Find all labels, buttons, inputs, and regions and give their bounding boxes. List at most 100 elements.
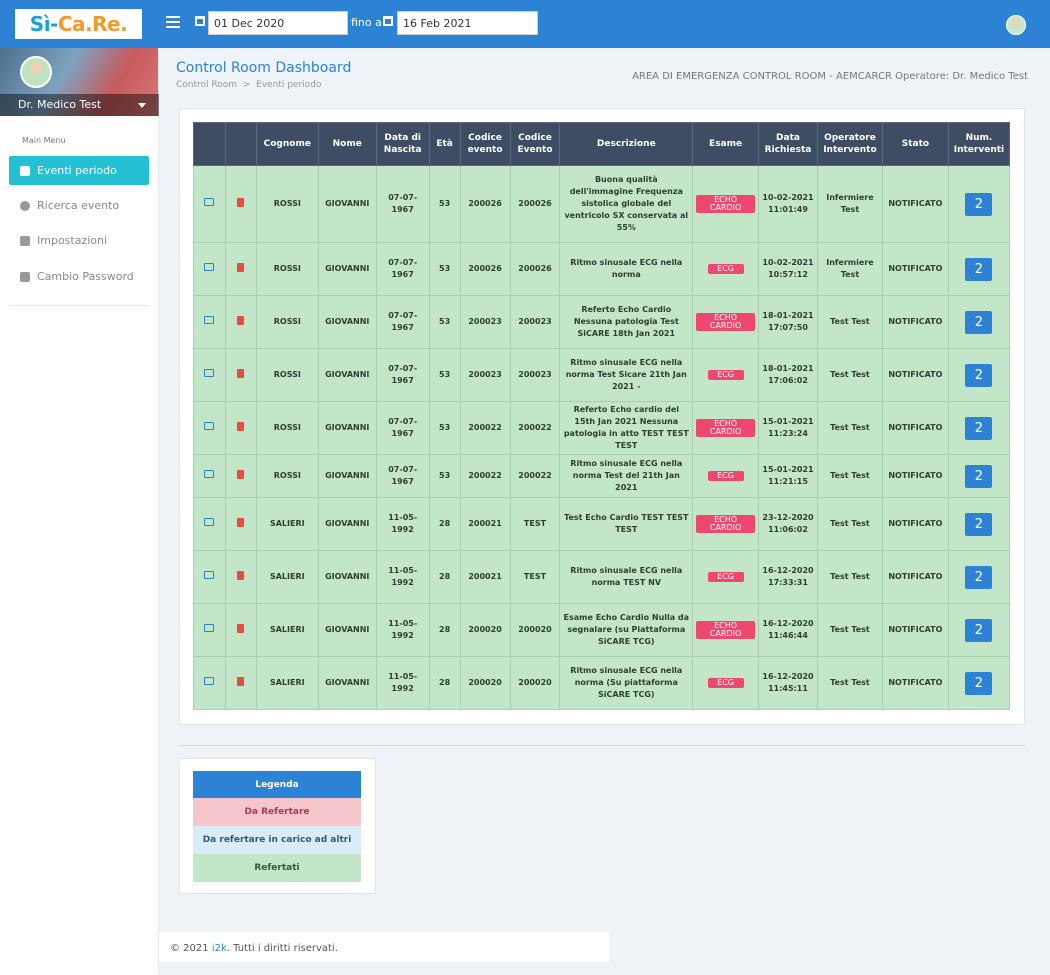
date-from-input[interactable] [208, 11, 348, 35]
cell-data-richiesta: 10-02-2021 11:01:49 [758, 165, 818, 243]
header-esame[interactable]: Esame [692, 122, 760, 166]
cell-nome: GIOVANNI [317, 656, 377, 710]
cell-codice-evento-2: TEST [509, 497, 561, 551]
sidebar: Dr. Medico Test [0, 48, 159, 975]
date-to-input[interactable] [397, 11, 538, 35]
table-row[interactable]: SALIERI GIOVANNI 11-05-1992 28 200021 TEST Tes… [193, 497, 1011, 551]
header-eta[interactable]: Età [428, 122, 461, 166]
cell-edit [193, 454, 226, 498]
trash-icon[interactable] [237, 570, 245, 580]
cell-esame: ECHO CARDIO [692, 165, 760, 243]
sidebar-item-ricerca-evento[interactable]: Ricerca evento [9, 191, 149, 220]
table-row[interactable]: SALIERI GIOVANNI 11-05-1992 28 200020 200020 R… [193, 656, 1011, 710]
user-avatar[interactable] [1006, 15, 1026, 35]
cell-data-richiesta: 16-12-2020 11:45:11 [758, 656, 818, 710]
cell-nome: GIOVANNI [317, 603, 377, 657]
edit-icon[interactable] [204, 198, 215, 206]
sidebar-item-label: Cambio Password [37, 270, 134, 283]
footer-link[interactable]: i2k [212, 943, 227, 954]
header-num-interventi[interactable]: Num. Interventi [947, 122, 1011, 166]
header-stato[interactable]: Stato [881, 122, 949, 166]
cell-stato: NOTIFICATO [881, 454, 949, 498]
cell-cognome: ROSSI [255, 401, 319, 455]
trash-icon[interactable] [237, 421, 245, 431]
cell-codice-evento-2: 200026 [509, 165, 561, 243]
header-edit [193, 122, 226, 166]
interventions-button[interactable]: 2 [965, 416, 993, 440]
app-logo[interactable]: Sì- Ca.Re. [15, 9, 142, 39]
table-row[interactable]: ROSSI GIOVANNI 07-07-1967 53 200026 200026 Buo… [193, 165, 1011, 243]
interventions-button[interactable]: 2 [965, 192, 993, 216]
trash-icon[interactable] [237, 676, 245, 686]
interventions-button[interactable]: 2 [965, 363, 993, 387]
cell-codice-evento-2: 200020 [509, 656, 561, 710]
trash-icon[interactable] [237, 368, 245, 378]
header-descrizione[interactable]: Descrizione [559, 122, 694, 166]
menu-toggle-icon[interactable] [166, 16, 180, 28]
edit-icon[interactable] [204, 624, 215, 632]
table-row[interactable]: ROSSI GIOVANNI 07-07-1967 53 200022 200022 Ref… [193, 401, 1011, 455]
chevron-down-icon[interactable] [138, 103, 146, 108]
cell-stato: NOTIFICATO [881, 295, 949, 349]
interventions-button[interactable]: 2 [965, 310, 993, 334]
header-nome[interactable]: Nome [317, 122, 377, 166]
table-row[interactable]: ROSSI GIOVANNI 07-07-1967 53 200026 200026 Rit… [193, 242, 1011, 296]
table-row[interactable]: ROSSI GIOVANNI 07-07-1967 53 200023 200023 Ref… [193, 295, 1011, 349]
cell-descrizione: Ritmo sinusale ECG nella norma [559, 242, 694, 296]
edit-icon[interactable] [204, 677, 215, 685]
header-codice-evento-1[interactable]: Codice evento [459, 122, 511, 166]
trash-icon[interactable] [237, 315, 245, 325]
interventions-button[interactable]: 2 [965, 618, 993, 642]
logo-part-2: Ca.Re. [57, 12, 128, 36]
cell-nascita: 07-07-1967 [375, 242, 430, 296]
profile-name[interactable]: Dr. Medico Test [0, 94, 159, 116]
header-delete [224, 122, 257, 166]
edit-icon[interactable] [204, 263, 215, 271]
cell-nome: GIOVANNI [317, 348, 377, 402]
interventions-button[interactable]: 2 [965, 671, 993, 695]
interventions-button[interactable]: 2 [965, 257, 993, 281]
interventions-button[interactable]: 2 [965, 565, 993, 589]
exam-badge: ECG [707, 471, 744, 481]
cell-codice-evento-1: 200020 [459, 603, 511, 657]
table-row[interactable]: ROSSI GIOVANNI 07-07-1967 53 200022 200022 Rit… [193, 454, 1011, 498]
cell-descrizione: Referto Echo Cardio Nessuna patologia Te… [559, 295, 694, 349]
cell-eta: 53 [428, 454, 461, 498]
cell-operatore: Test Test [816, 497, 883, 551]
sidebar-item-cambio-password[interactable]: Cambio Password [9, 262, 149, 291]
trash-icon[interactable] [237, 517, 245, 527]
table-row[interactable]: SALIERI GIOVANNI 11-05-1992 28 200020 200020 E… [193, 603, 1011, 657]
table-row[interactable]: SALIERI GIOVANNI 11-05-1992 28 200021 TEST Rit… [193, 550, 1011, 604]
cell-descrizione: Referto Echo cardio del 15th Jan 2021 Ne… [559, 401, 694, 455]
edit-icon[interactable] [204, 422, 215, 430]
sidebar-item-eventi-periodo[interactable]: Eventi periodo [9, 156, 149, 185]
cell-edit [193, 242, 226, 296]
cell-num-interventi: 2 [947, 550, 1011, 604]
interventions-button[interactable]: 2 [965, 464, 993, 488]
cell-data-richiesta: 15-01-2021 11:23:24 [758, 401, 818, 455]
cell-delete [224, 550, 257, 604]
edit-icon[interactable] [204, 571, 215, 579]
trash-icon[interactable] [237, 623, 245, 633]
trash-icon[interactable] [237, 262, 245, 272]
cell-data-richiesta: 10-02-2021 10:57:12 [758, 242, 818, 296]
cell-edit [193, 497, 226, 551]
edit-icon[interactable] [204, 369, 215, 377]
edit-icon[interactable] [204, 470, 215, 478]
interventions-button[interactable]: 2 [965, 512, 993, 536]
trash-icon[interactable] [237, 469, 245, 479]
trash-icon[interactable] [237, 197, 245, 207]
cell-num-interventi: 2 [947, 295, 1011, 349]
header-codice-evento-2[interactable]: Codice Evento [509, 122, 561, 166]
header-data-richiesta[interactable]: Data Richiesta [758, 122, 818, 166]
edit-icon[interactable] [204, 316, 215, 324]
sidebar-item-impostazioni[interactable]: Impostazioni [9, 226, 149, 255]
table-row[interactable]: ROSSI GIOVANNI 07-07-1967 53 200023 200023 Rit… [193, 348, 1011, 402]
breadcrumb-root[interactable]: Control Room [176, 80, 237, 90]
header-data-nascita[interactable]: Data di Nascita [375, 122, 430, 166]
header-operatore[interactable]: Operatore Intervento [816, 122, 883, 166]
date-to-label: fino a [351, 16, 382, 29]
edit-icon[interactable] [204, 518, 215, 526]
cell-codice-evento-2: 200023 [509, 295, 561, 349]
header-cognome[interactable]: Cognome [255, 122, 319, 166]
